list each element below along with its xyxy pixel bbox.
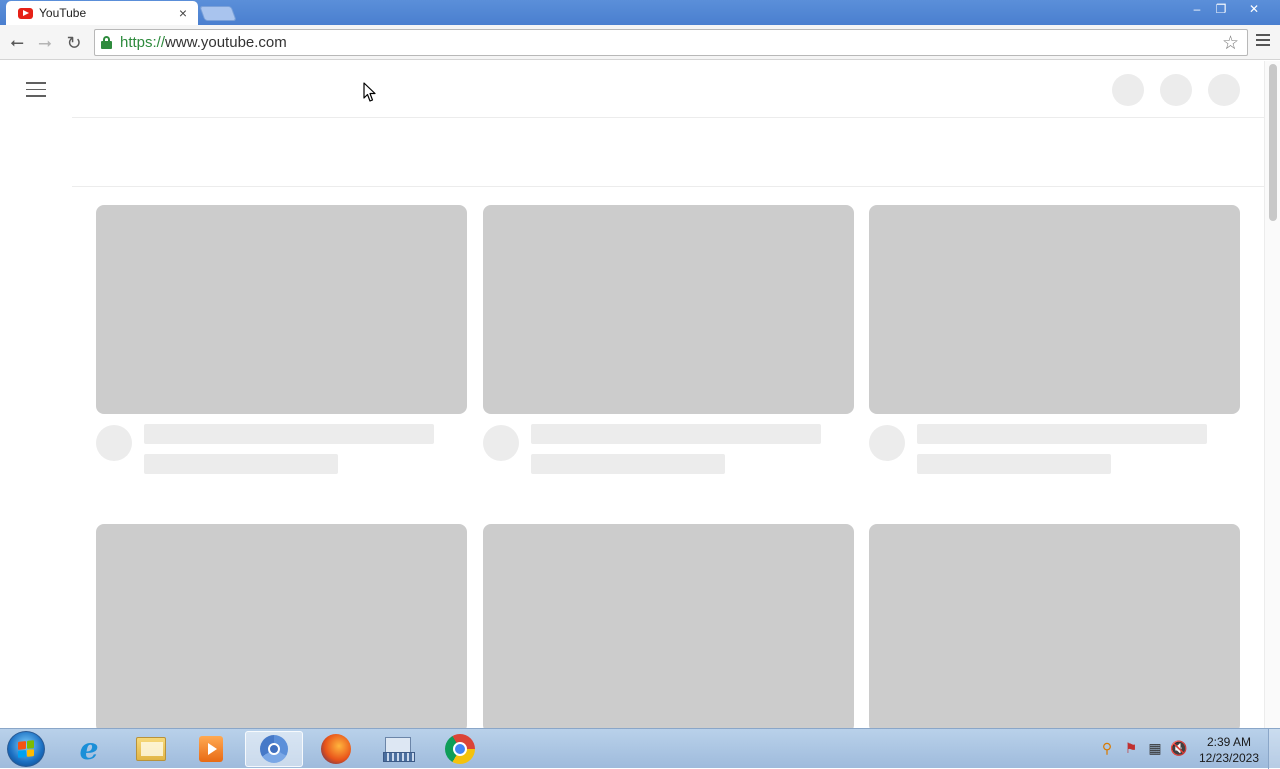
maximize-button[interactable]: ❐ (1208, 0, 1234, 18)
channel-avatar-placeholder (96, 425, 132, 461)
taskbar-windows-explorer[interactable] (122, 731, 180, 767)
chrome-icon (445, 734, 475, 764)
browser-menu-icon[interactable] (1256, 34, 1270, 48)
keyboard-icon (383, 737, 415, 762)
windows-taskbar: e ⚲ ⚑ ▦ 🔇 2:39 AM 12/23/2023 (0, 728, 1280, 769)
reload-button[interactable]: ↻ (62, 31, 86, 55)
video-card-placeholder[interactable] (483, 205, 854, 474)
masthead-divider (72, 117, 1264, 118)
action-center-flag-icon[interactable]: ⚑ (1122, 739, 1140, 757)
title-placeholder (531, 424, 821, 444)
browser-toolbar: ⭠ ⭢ ↻ https://www.youtube.com ☆ (0, 25, 1280, 60)
close-window-button[interactable]: ✕ (1232, 0, 1276, 18)
search-tray-icon[interactable]: ⚲ (1098, 739, 1116, 757)
video-card-placeholder[interactable] (869, 524, 1240, 728)
youtube-favicon-icon (18, 7, 33, 19)
title-placeholder (917, 424, 1207, 444)
minimize-button[interactable]: ‒ (1184, 0, 1210, 18)
thumbnail-placeholder[interactable] (483, 524, 854, 728)
mouse-cursor-icon (363, 82, 376, 102)
network-icon[interactable]: ▦ (1146, 739, 1164, 757)
avatar-placeholder[interactable] (1208, 74, 1240, 106)
taskbar-media-player[interactable] (182, 731, 240, 767)
subtitle-placeholder (531, 454, 725, 474)
clock-time: 2:39 AM (1206, 735, 1252, 749)
url-scheme: https:// (120, 34, 166, 51)
scrollbar-thumb[interactable] (1269, 64, 1277, 221)
lock-icon[interactable] (101, 36, 112, 49)
url-host: www.youtube.com (165, 34, 287, 51)
back-button[interactable]: ⭠ (5, 31, 29, 55)
guide-menu-icon[interactable] (26, 82, 46, 97)
taskbar-on-screen-keyboard[interactable] (369, 731, 427, 767)
internet-explorer-icon: e (79, 731, 99, 767)
youtube-page (0, 61, 1280, 728)
title-placeholder (144, 424, 434, 444)
chips-bar-divider (72, 186, 1264, 187)
media-player-icon (199, 736, 223, 762)
browser-titlebar: YouTube × ‒ ❐ ✕ (0, 0, 1280, 25)
show-desktop-button[interactable] (1268, 729, 1280, 769)
taskbar-internet-explorer[interactable]: e (60, 731, 118, 767)
thumbnail-placeholder[interactable] (869, 205, 1240, 414)
tab-title: YouTube (39, 6, 87, 20)
video-card-placeholder[interactable] (483, 524, 854, 728)
volume-muted-icon[interactable]: 🔇 (1170, 739, 1188, 757)
video-card-placeholder[interactable] (96, 524, 467, 728)
thumbnail-placeholder[interactable] (869, 524, 1240, 728)
channel-avatar-placeholder (869, 425, 905, 461)
taskbar-chromium[interactable] (245, 731, 303, 767)
subtitle-placeholder (917, 454, 1111, 474)
folder-icon (136, 737, 166, 761)
tab-close-icon[interactable]: × (176, 6, 190, 20)
firefox-icon (321, 734, 351, 764)
address-bar[interactable]: https://www.youtube.com ☆ (94, 29, 1248, 56)
new-tab-button[interactable] (199, 6, 237, 21)
page-scrollbar[interactable] (1264, 61, 1280, 728)
taskbar-firefox[interactable] (307, 731, 365, 767)
video-card-placeholder[interactable] (869, 205, 1240, 474)
header-placeholder-icon-2[interactable] (1160, 74, 1192, 106)
tab-youtube[interactable]: YouTube × (6, 1, 198, 25)
bookmark-star-icon[interactable]: ☆ (1222, 32, 1239, 55)
taskbar-google-chrome[interactable] (431, 731, 489, 767)
forward-button[interactable]: ⭢ (33, 31, 57, 55)
clock-date: 12/23/2023 (1198, 751, 1260, 765)
channel-avatar-placeholder (483, 425, 519, 461)
subtitle-placeholder (144, 454, 338, 474)
windows-logo-icon (18, 740, 34, 758)
system-clock[interactable]: 2:39 AM 12/23/2023 (1196, 734, 1262, 766)
header-placeholder-icon-1[interactable] (1112, 74, 1144, 106)
url-text[interactable]: https://www.youtube.com (120, 34, 287, 51)
thumbnail-placeholder[interactable] (96, 205, 467, 414)
thumbnail-placeholder[interactable] (96, 524, 467, 728)
thumbnail-placeholder[interactable] (483, 205, 854, 414)
chromium-icon (260, 735, 288, 763)
video-card-placeholder[interactable] (96, 205, 467, 474)
start-button[interactable] (7, 731, 45, 767)
